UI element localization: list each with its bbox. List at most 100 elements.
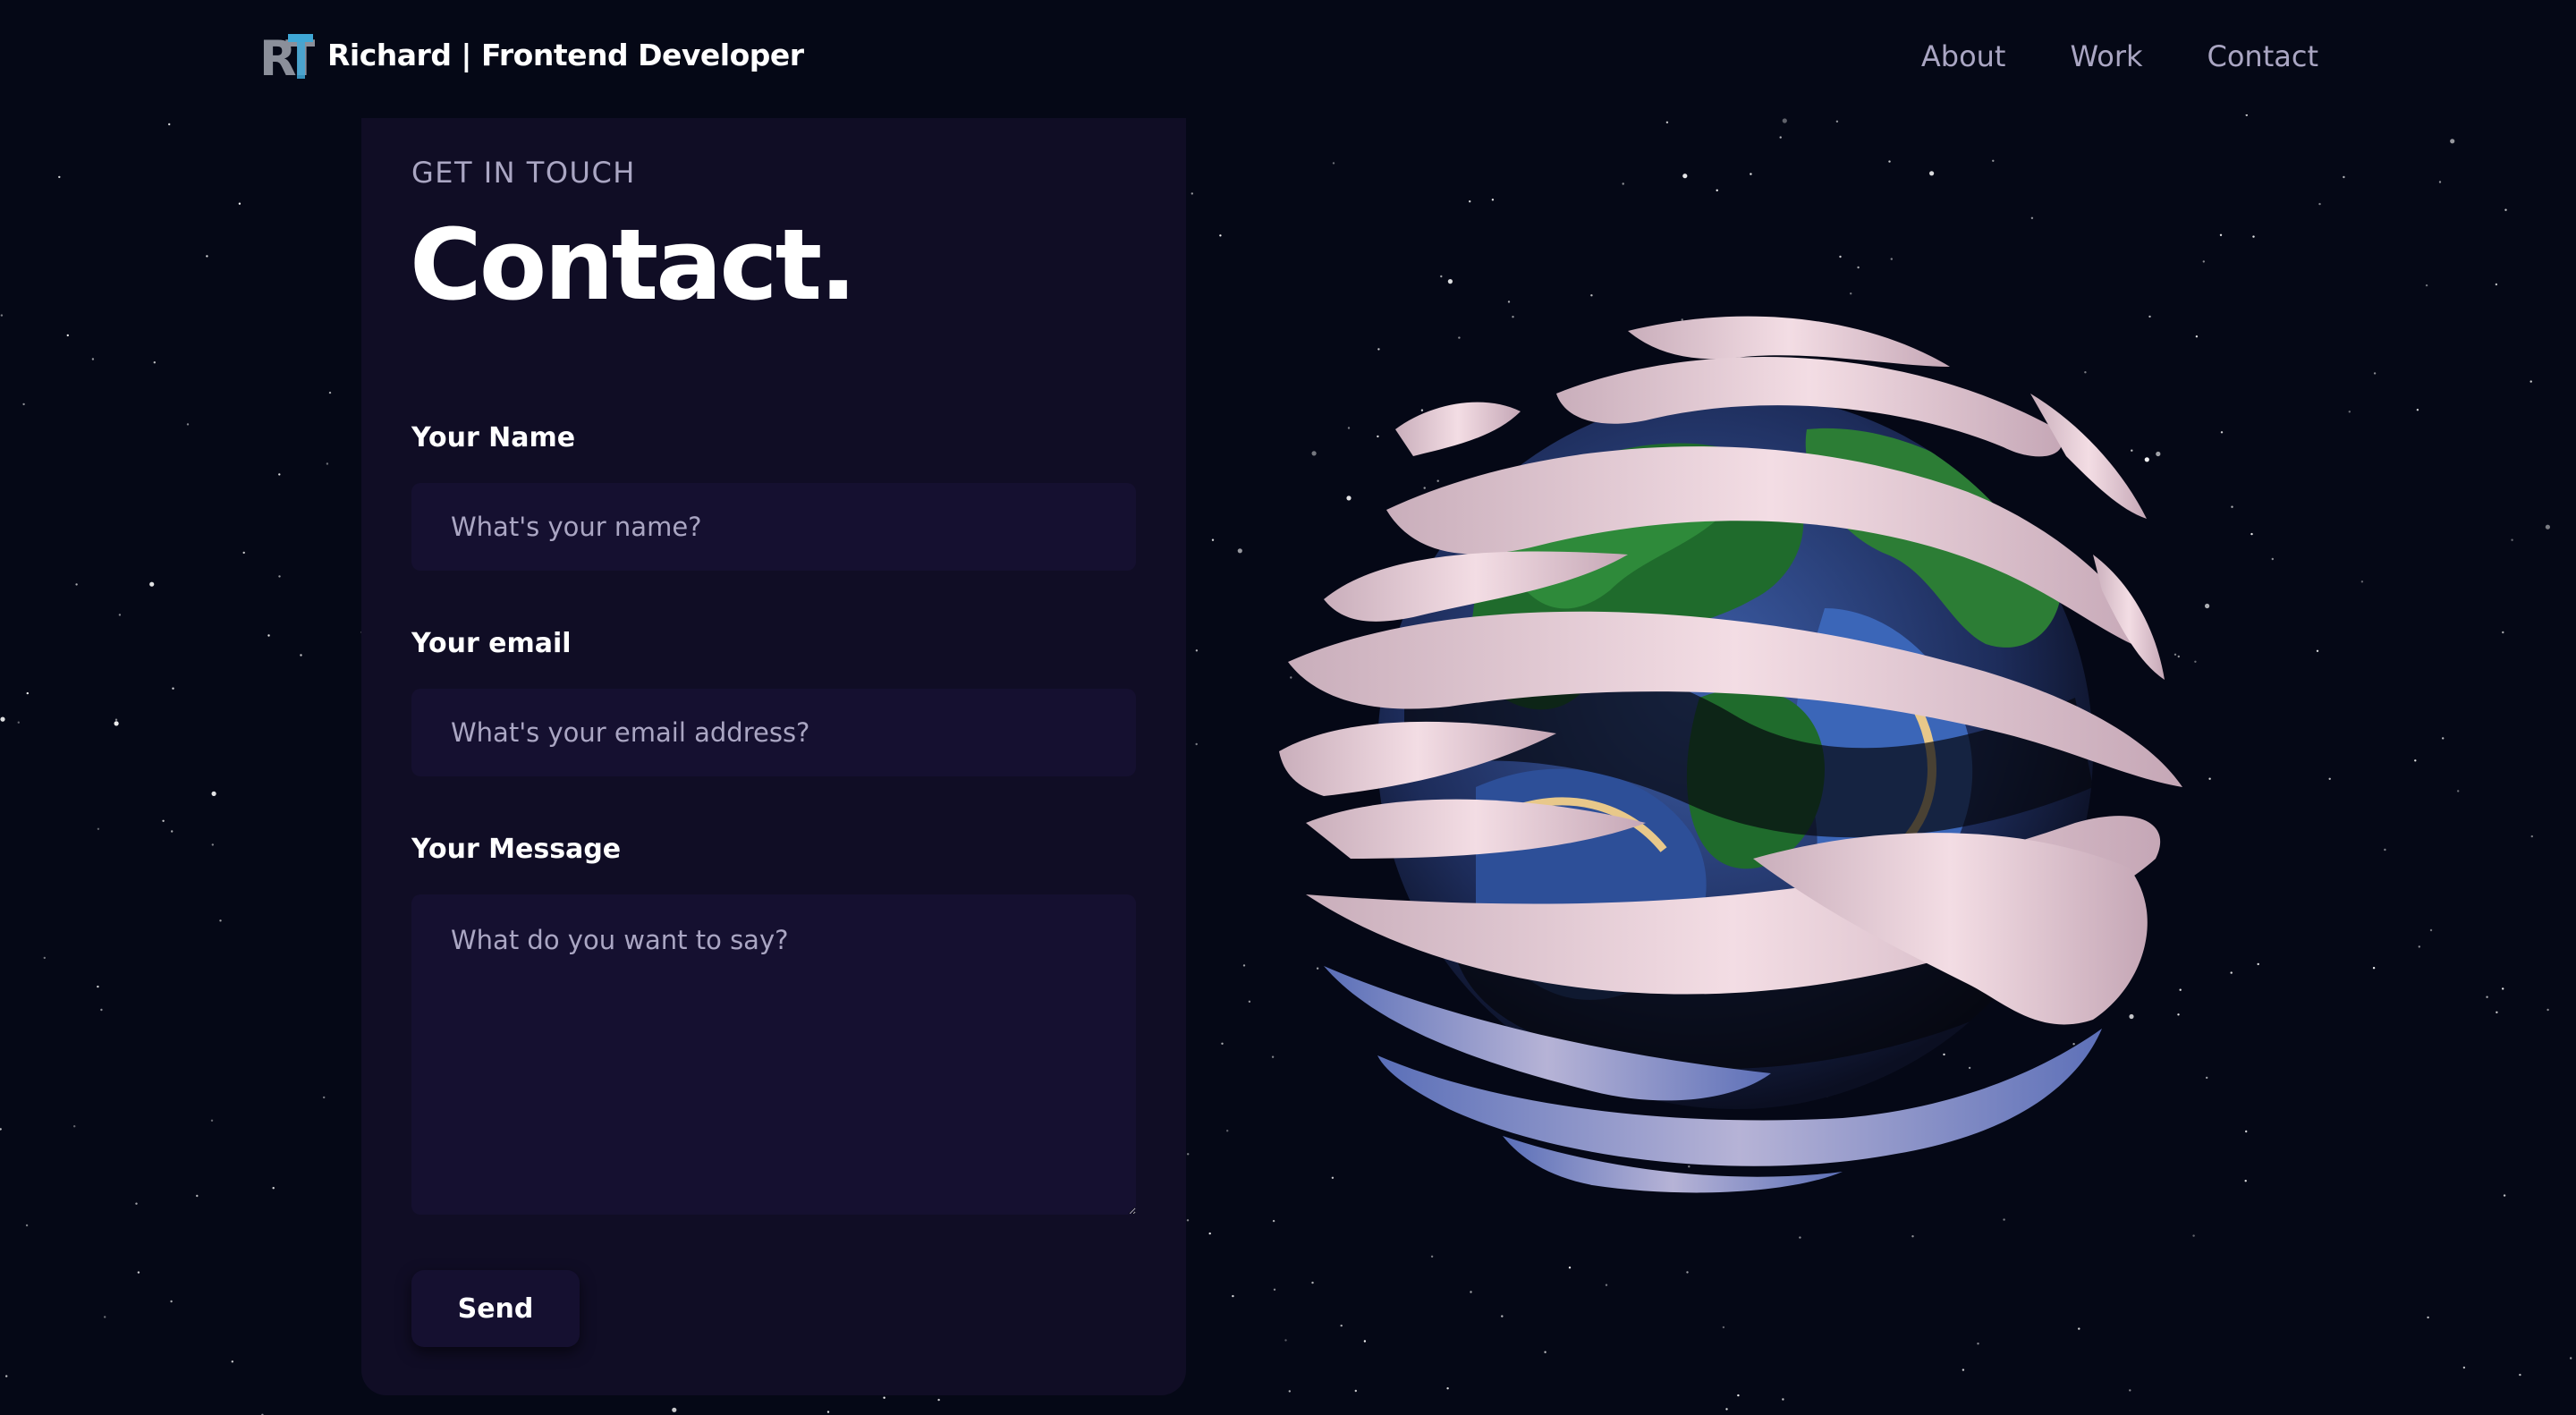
star xyxy=(1929,171,1935,176)
star xyxy=(104,1316,106,1318)
star xyxy=(300,654,302,657)
star xyxy=(1722,1326,1725,1329)
star xyxy=(883,1396,886,1399)
star xyxy=(1186,1219,1190,1222)
star xyxy=(1191,192,1194,195)
star xyxy=(2250,532,2253,536)
star xyxy=(2427,1316,2429,1319)
star xyxy=(1622,182,1624,185)
star xyxy=(2418,945,2420,948)
star xyxy=(2570,1357,2572,1360)
star xyxy=(149,581,155,587)
email-label: Your email xyxy=(411,628,572,659)
star xyxy=(238,202,242,205)
star xyxy=(219,919,222,922)
star xyxy=(1208,1232,1211,1235)
star xyxy=(2003,1218,2005,1221)
message-label: Your Message xyxy=(411,834,622,865)
star xyxy=(2219,233,2223,236)
star xyxy=(2129,1389,2131,1392)
star xyxy=(2202,260,2205,263)
nav-link-about[interactable]: About xyxy=(1921,39,2006,73)
star xyxy=(272,1187,275,1190)
star xyxy=(22,402,25,406)
star xyxy=(186,423,190,426)
star xyxy=(211,843,214,846)
star xyxy=(2372,967,2376,970)
star xyxy=(2425,284,2428,287)
star xyxy=(1446,1387,1449,1390)
star xyxy=(1501,1315,1504,1318)
star xyxy=(2257,962,2259,966)
name-input[interactable] xyxy=(411,483,1136,571)
star xyxy=(66,334,70,337)
star xyxy=(2529,380,2532,383)
star xyxy=(2360,580,2364,583)
star xyxy=(0,314,4,317)
star xyxy=(2373,372,2377,375)
star xyxy=(1447,279,1453,284)
star xyxy=(1716,189,1718,191)
star xyxy=(2495,283,2498,286)
star xyxy=(2245,1130,2248,1133)
section-title: Contact. xyxy=(410,208,857,322)
star xyxy=(210,1119,214,1123)
star xyxy=(2205,603,2210,609)
star xyxy=(1491,199,1495,201)
star xyxy=(1470,1291,1472,1293)
star xyxy=(172,687,174,690)
star xyxy=(1195,649,1199,652)
star xyxy=(2414,759,2417,762)
star xyxy=(2503,1194,2506,1197)
send-button[interactable]: Send xyxy=(411,1270,580,1347)
star xyxy=(171,830,174,833)
star xyxy=(2318,202,2321,206)
star xyxy=(2416,409,2419,411)
star xyxy=(1354,1389,1358,1393)
star xyxy=(278,575,281,578)
star xyxy=(97,827,100,830)
star xyxy=(2328,777,2331,780)
star xyxy=(1363,1340,1367,1343)
star xyxy=(1440,275,1443,278)
navbar: RT Richard | Frontend Developer About Wo… xyxy=(0,0,2576,114)
star xyxy=(2271,557,2274,561)
star xyxy=(1568,1267,1572,1269)
brand-title[interactable]: Richard | Frontend Developer xyxy=(327,38,804,72)
star xyxy=(1890,258,1893,260)
star xyxy=(100,1008,103,1012)
star xyxy=(1725,1408,1728,1411)
rt-logo-icon[interactable]: RT xyxy=(259,32,315,80)
star xyxy=(2206,1076,2208,1080)
star xyxy=(2442,737,2445,740)
star xyxy=(1226,1130,1229,1132)
name-label: Your Name xyxy=(411,422,576,453)
star xyxy=(1835,120,1839,123)
nav-link-contact[interactable]: Contact xyxy=(2207,39,2319,73)
star xyxy=(1340,1324,1343,1327)
star xyxy=(1232,1294,1234,1298)
star xyxy=(1195,742,1198,746)
star xyxy=(1962,1368,1965,1371)
star xyxy=(1888,160,1891,163)
star xyxy=(231,1360,233,1363)
star xyxy=(196,1194,199,1198)
star xyxy=(1992,159,1995,162)
star xyxy=(153,361,156,364)
star xyxy=(2220,431,2224,434)
email-input[interactable] xyxy=(411,689,1136,776)
star xyxy=(1779,136,1782,139)
star xyxy=(1737,1394,1740,1397)
message-textarea[interactable] xyxy=(411,894,1136,1215)
star xyxy=(1750,173,1752,175)
star xyxy=(2078,1327,2080,1330)
star xyxy=(826,1411,830,1413)
star xyxy=(25,1224,29,1227)
star xyxy=(1311,1281,1314,1284)
star xyxy=(2030,216,2034,219)
star xyxy=(97,985,99,988)
star xyxy=(1799,1236,1801,1239)
nav-link-work[interactable]: Work xyxy=(2070,39,2142,73)
star xyxy=(1857,266,1860,269)
earth-globe-icon[interactable] xyxy=(1270,286,2200,1199)
